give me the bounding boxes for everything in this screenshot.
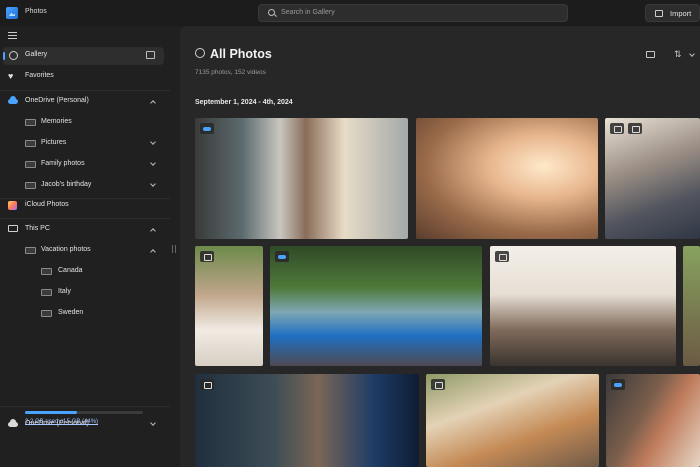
image-badge-icon: [200, 251, 214, 262]
sidebar-divider: [0, 90, 170, 91]
chevron-up-icon[interactable]: [150, 249, 156, 255]
photo-thumbnail[interactable]: [683, 246, 700, 366]
chevron-down-icon[interactable]: [689, 51, 695, 57]
chevron-down-icon[interactable]: [150, 181, 156, 187]
folder-icon: [25, 140, 36, 147]
sidebar-item-label: iCloud Photos: [25, 201, 69, 208]
search-box[interactable]: Search in Gallery: [258, 4, 568, 22]
photo-thumbnail[interactable]: [195, 246, 263, 366]
photos-app-icon: [6, 7, 18, 19]
sidebar: Gallery ♥ Favorites OneDrive (Personal) …: [0, 26, 170, 467]
folder-icon: [25, 161, 36, 168]
storage-progress-fill: [25, 411, 77, 414]
image-badge-icon: [431, 379, 445, 390]
hamburger-menu-icon[interactable]: [8, 32, 17, 39]
sidebar-item-sweden[interactable]: Sweden: [3, 305, 164, 323]
sidebar-item-this-pc[interactable]: This PC: [3, 221, 164, 239]
slideshow-icon[interactable]: [646, 51, 655, 58]
sidebar-item-icloud-photos[interactable]: iCloud Photos: [3, 197, 164, 215]
photo-thumbnail[interactable]: [426, 374, 599, 467]
heart-icon: ♥: [8, 71, 14, 81]
date-group-header: September 1, 2024 - 4th, 2024: [195, 99, 293, 106]
sidebar-item-onedrive[interactable]: OneDrive (Personal): [3, 93, 164, 111]
app-title: Photos: [25, 8, 47, 15]
sidebar-item-canada[interactable]: Canada: [3, 263, 164, 281]
folder-icon: [41, 289, 52, 296]
folder-icon: [41, 268, 52, 275]
image-badge-icon: [628, 123, 642, 134]
page-title: All Photos: [210, 47, 272, 61]
icloud-photos-icon: [8, 201, 17, 210]
folder-icon: [41, 310, 52, 317]
image-badge-icon: [610, 123, 624, 134]
sidebar-item-label: This PC: [25, 225, 50, 232]
photo-thumbnail[interactable]: [490, 246, 676, 366]
chevron-down-icon[interactable]: [150, 160, 156, 166]
sidebar-footer-divider: [0, 406, 170, 407]
onedrive-badge-icon: [275, 251, 289, 262]
sidebar-item-label: Memories: [41, 118, 72, 125]
import-button[interactable]: Import: [645, 4, 700, 22]
search-placeholder[interactable]: Search in Gallery: [281, 9, 335, 16]
sidebar-item-label: Jacob's birthday: [41, 181, 92, 188]
chevron-up-icon[interactable]: [150, 228, 156, 234]
photo-thumbnail[interactable]: [605, 118, 700, 239]
pane-resize-handle[interactable]: [172, 245, 176, 253]
sidebar-item-memories[interactable]: Memories: [3, 114, 164, 132]
sidebar-item-favorites[interactable]: ♥ Favorites: [3, 68, 164, 86]
sidebar-divider: [0, 218, 170, 219]
title-bar: Photos Search in Gallery Import: [0, 0, 700, 26]
sidebar-item-pictures[interactable]: Pictures: [3, 135, 164, 153]
onedrive-badge-icon: [611, 379, 625, 390]
storage-usage-link[interactable]: 2.2 GB used of 5 GB (44%): [25, 419, 98, 425]
onedrive-badge-icon: [200, 123, 214, 134]
chevron-down-icon[interactable]: [150, 420, 156, 426]
sidebar-item-vacation-photos[interactable]: Vacation photos: [3, 242, 164, 260]
sidebar-item-label: Gallery: [25, 51, 48, 58]
chevron-up-icon[interactable]: [150, 100, 156, 106]
sort-icon[interactable]: ⇅: [674, 49, 682, 60]
pc-monitor-icon: [8, 225, 18, 232]
folder-icon: [25, 182, 36, 189]
sidebar-item-italy[interactable]: Italy: [3, 284, 164, 302]
add-folder-icon[interactable]: [146, 51, 155, 59]
sidebar-item-label: Pictures: [41, 139, 67, 146]
folder-icon: [25, 119, 36, 126]
sidebar-item-label: Italy: [58, 288, 71, 295]
image-badge-icon: [495, 251, 509, 262]
main-content: All Photos 7135 photos, 152 videos ⇅ Sep…: [180, 26, 700, 467]
sidebar-item-label: Vacation photos: [41, 246, 91, 253]
import-label: Import: [670, 9, 692, 18]
onedrive-cloud-icon: [8, 96, 18, 104]
sidebar-item-family-photos[interactable]: Family photos: [3, 156, 164, 174]
search-icon: [268, 9, 275, 16]
chevron-down-icon[interactable]: [150, 139, 156, 145]
image-badge-icon: [200, 379, 214, 390]
folder-icon: [25, 247, 36, 254]
sidebar-item-label: Canada: [58, 267, 83, 274]
gallery-icon: [195, 48, 205, 58]
media-count: 7135 photos, 152 videos: [195, 69, 266, 76]
import-icon: [655, 10, 663, 17]
photo-thumbnail[interactable]: [195, 374, 419, 467]
cloud-icon: [8, 419, 18, 427]
photo-thumbnail[interactable]: [416, 118, 598, 239]
sidebar-item-jacobs-birthday[interactable]: Jacob's birthday: [3, 177, 164, 195]
photo-thumbnail[interactable]: [195, 118, 408, 239]
sidebar-item-label: Favorites: [25, 72, 54, 79]
gallery-icon: [9, 51, 18, 60]
sidebar-item-label: Sweden: [58, 309, 84, 316]
photo-thumbnail[interactable]: [606, 374, 700, 467]
sidebar-item-label: OneDrive (Personal): [25, 97, 89, 104]
storage-progress-bar: [25, 411, 143, 414]
photo-thumbnail[interactable]: [270, 246, 482, 366]
sidebar-item-gallery[interactable]: Gallery: [3, 47, 164, 65]
sidebar-item-label: Family photos: [41, 160, 85, 167]
